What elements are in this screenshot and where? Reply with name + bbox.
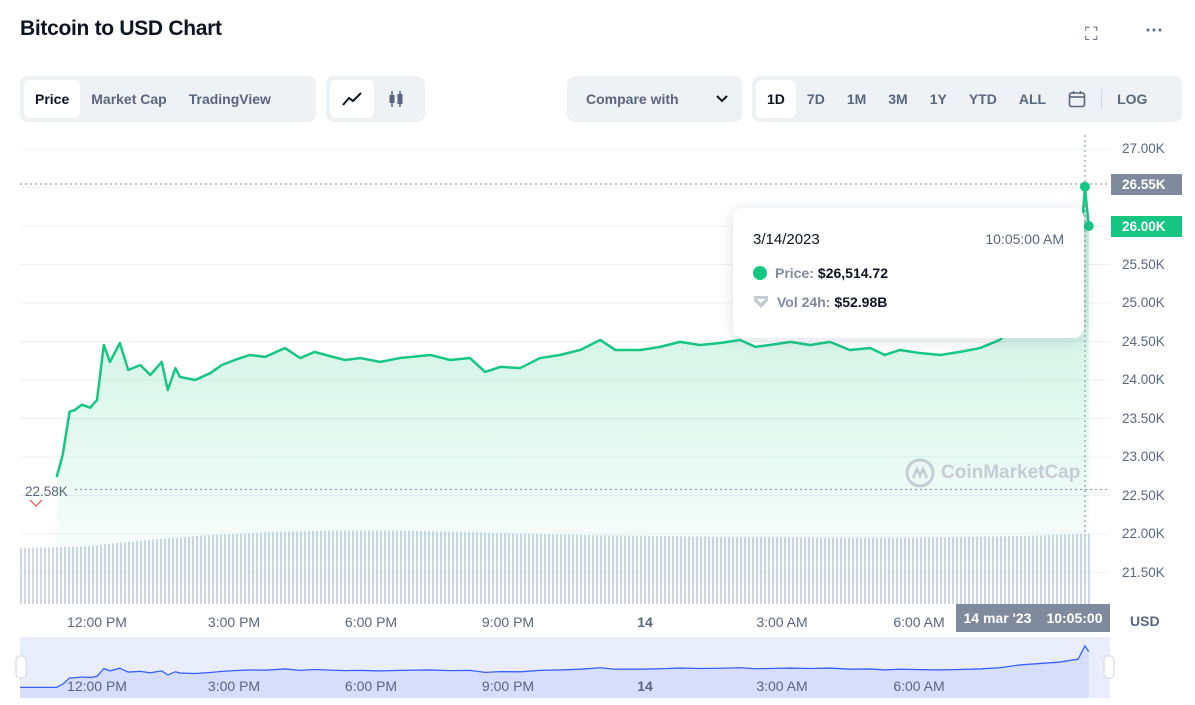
navigator-tick-label: 6:00 AM (893, 678, 945, 694)
volume-bar (36, 547, 38, 604)
hover-time: 10:05:00 (1046, 610, 1103, 626)
y-tick-label: 21.50K (1122, 564, 1165, 580)
coinmarketcap-logo-icon (905, 458, 935, 488)
y-tick-label: 23.50K (1122, 410, 1165, 426)
x-tick-label: 6:00 PM (344, 614, 398, 630)
tooltip: 3/14/2023 10:05:00 AM Price: $26,514.72 V… (733, 208, 1084, 338)
volume-bar (40, 547, 42, 604)
currency-label: USD (1130, 613, 1160, 629)
navigator-tick-label: 9:00 PM (481, 678, 535, 694)
y-tick-label: 22.00K (1122, 526, 1165, 541)
x-tick-label: 3:00 AM (756, 614, 808, 630)
volume-bar (32, 547, 34, 604)
navigator-tick-label: 14 (637, 678, 653, 694)
navigator-tick-label: 3:00 AM (756, 678, 808, 694)
navigator-tick-label: 6:00 PM (344, 678, 398, 694)
x-tick-label: 14 (637, 614, 653, 630)
open-price-label: 22.58K (25, 484, 68, 499)
hover-point (1079, 181, 1090, 192)
volume-bar (52, 547, 54, 604)
volume-bar (48, 547, 50, 604)
x-tick-label: 6:00 AM (893, 614, 945, 630)
down-marker-icon (29, 499, 43, 507)
volume-bar (24, 547, 26, 604)
price-chart[interactable] (0, 0, 1195, 705)
hover-time-label: 14 mar '23 10:05:00 (956, 604, 1110, 632)
x-tick-label: 3:00 PM (207, 614, 261, 630)
navigator-handle-right[interactable] (1103, 655, 1115, 679)
volume-shield-icon (754, 296, 768, 308)
y-tick-label: 27.00K (1122, 141, 1165, 156)
navigator-tick-label: 3:00 PM (207, 678, 261, 694)
watermark-text: CoinMarketCap (941, 462, 1081, 483)
x-tick-label: 9:00 PM (481, 614, 535, 630)
y-tick-label: 23.00K (1122, 449, 1165, 464)
current-point (1083, 221, 1094, 231)
hover-date: 14 mar '23 (963, 610, 1032, 626)
price-dot-icon (753, 266, 767, 280)
navigator-tick-label: 12:00 PM (67, 678, 127, 694)
y-tick-label: 22.50K (1122, 487, 1165, 503)
tooltip-price: $26,514.72 (817, 265, 888, 281)
y-tick-label: 24.00K (1122, 372, 1165, 387)
hover-price-label: 26.55K (1111, 174, 1182, 195)
y-tick-label: 25.00K (1122, 295, 1165, 310)
tooltip-price-label: Price: (775, 265, 814, 281)
tooltip-vol-label: Vol 24h: (777, 294, 831, 310)
y-tick-label: 24.50K (1122, 333, 1165, 349)
x-tick-label: 12:00 PM (67, 614, 127, 630)
watermark: CoinMarketCap (905, 458, 1080, 488)
volume-bar (28, 547, 30, 604)
tooltip-time: 10:05:00 AM (985, 231, 1064, 247)
tooltip-date: 3/14/2023 (753, 231, 820, 248)
volume-bar (44, 547, 46, 604)
y-tick-label: 25.50K (1122, 256, 1165, 272)
navigator-handle-left[interactable] (15, 655, 27, 679)
tooltip-vol: $52.98B (834, 294, 888, 310)
volume-bar (20, 548, 22, 604)
current-price-label: 26.00K (1111, 216, 1182, 237)
